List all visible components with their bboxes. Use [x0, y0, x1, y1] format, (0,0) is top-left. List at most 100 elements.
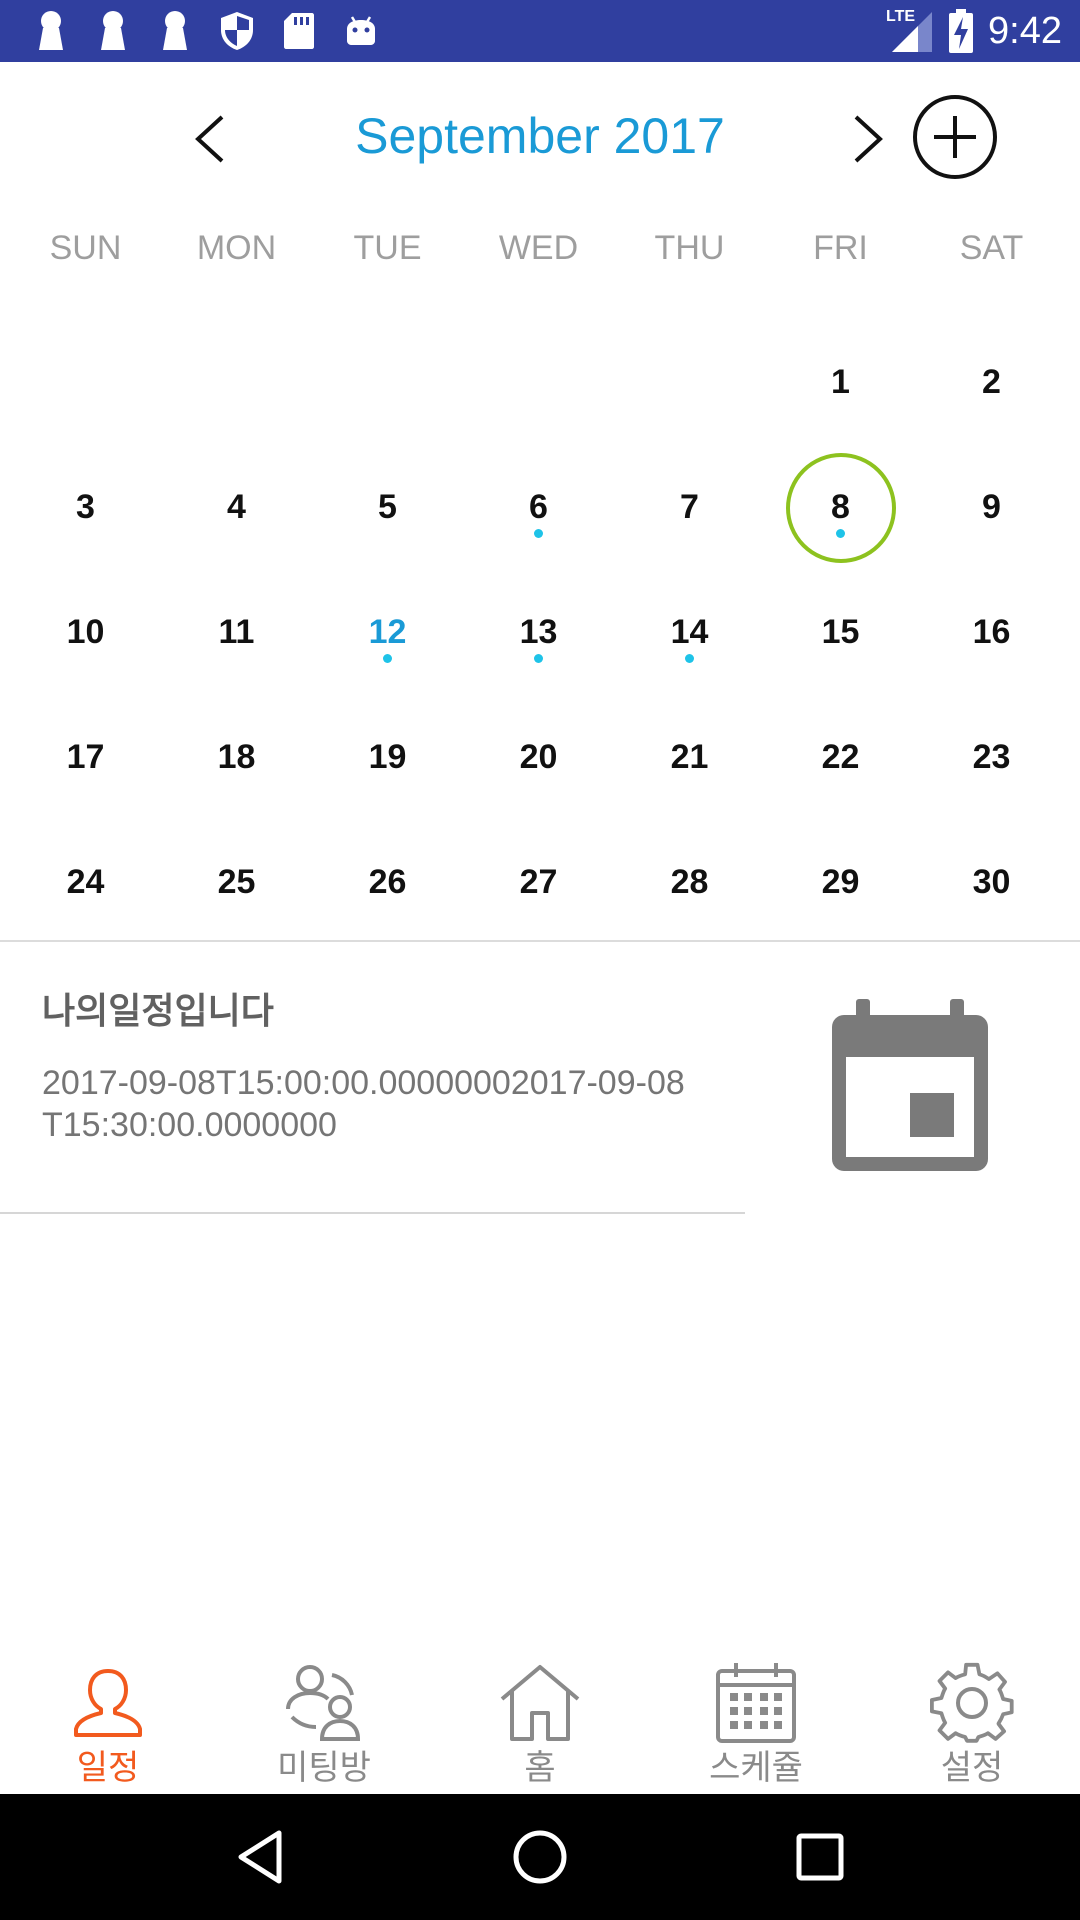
tab-label: 스케쥴	[709, 1748, 803, 1788]
day-cell-27[interactable]: 27	[463, 820, 614, 945]
recents-button[interactable]	[770, 1807, 870, 1907]
status-bar: LTE 9:42	[0, 0, 1080, 62]
event-list-item[interactable]: 나의일정입니다 2017-09-08T15:00:00.00000002017-…	[0, 942, 1080, 1214]
day-cell-22[interactable]: 22	[765, 695, 916, 820]
tab-settings[interactable]: 설정	[864, 1650, 1080, 1794]
notification-icons	[30, 8, 382, 54]
day-number: 20	[519, 738, 558, 776]
day-cell-7[interactable]: 7	[614, 445, 765, 570]
day-number: 19	[368, 738, 407, 776]
day-cell-8[interactable]: 8	[765, 445, 916, 570]
sd-card-icon	[278, 10, 320, 52]
calendar-icon	[820, 990, 1000, 1180]
chevron-left-icon	[195, 115, 224, 163]
previous-month-button[interactable]	[180, 107, 240, 171]
tab-schedule[interactable]: 스케쥴	[648, 1650, 864, 1794]
next-month-button[interactable]	[838, 107, 898, 171]
keyhole-icon	[30, 10, 72, 52]
day-number: 26	[368, 863, 407, 901]
battery-charging-icon	[948, 9, 974, 53]
day-number: 4	[227, 488, 246, 526]
day-cell-13[interactable]: 13	[463, 570, 614, 695]
event-divider	[0, 1212, 745, 1214]
event-indicator-dot	[836, 529, 845, 538]
recents-square-icon	[796, 1833, 844, 1881]
day-cell-12[interactable]: 12	[312, 570, 463, 695]
day-number: 5	[378, 488, 397, 526]
weekday-label-tue: TUE	[353, 229, 422, 267]
day-number: 7	[680, 488, 699, 526]
day-number: 6	[529, 488, 548, 526]
keyhole-icon	[92, 10, 134, 52]
day-cell-16[interactable]: 16	[916, 570, 1067, 695]
home-circle-icon	[513, 1830, 567, 1884]
tab-meeting-room[interactable]: 미팅방	[216, 1650, 432, 1794]
day-cell-28[interactable]: 28	[614, 820, 765, 945]
empty-day-cell	[312, 320, 463, 445]
day-cell-25[interactable]: 25	[161, 820, 312, 945]
bottom-tab-bar: 일정 미팅방 홈 스케쥴 설정	[0, 1650, 1080, 1794]
day-cell-20[interactable]: 20	[463, 695, 614, 820]
event-time: 2017-09-08T15:00:00.00000002017-09-08 T1…	[42, 1062, 762, 1146]
day-number: 14	[670, 613, 709, 651]
weekday-label-sun: SUN	[49, 229, 122, 267]
day-cell-18[interactable]: 18	[161, 695, 312, 820]
weekday-label-sat: SAT	[959, 229, 1024, 267]
schedule-grid-icon	[711, 1658, 801, 1748]
day-number: 21	[670, 738, 709, 776]
tab-schedule-personal[interactable]: 일정	[0, 1650, 216, 1794]
person-icon	[63, 1658, 153, 1748]
tab-label: 미팅방	[277, 1748, 371, 1788]
day-cell-14[interactable]: 14	[614, 570, 765, 695]
tab-home[interactable]: 홈	[432, 1650, 648, 1794]
day-number: 27	[519, 863, 558, 901]
day-cell-29[interactable]: 29	[765, 820, 916, 945]
day-number: 23	[972, 738, 1011, 776]
day-cell-21[interactable]: 21	[614, 695, 765, 820]
day-cell-10[interactable]: 10	[10, 570, 161, 695]
back-button[interactable]	[210, 1807, 310, 1907]
day-cell-1[interactable]: 1	[765, 320, 916, 445]
keyhole-icon	[154, 10, 196, 52]
day-number: 17	[66, 738, 105, 776]
weekday-header-row: SUN MON TUE WED THU FRI SAT	[10, 218, 1070, 278]
shield-icon	[216, 10, 258, 52]
day-cell-19[interactable]: 19	[312, 695, 463, 820]
day-cell-30[interactable]: 30	[916, 820, 1067, 945]
gear-icon	[927, 1658, 1017, 1748]
day-number: 8	[831, 488, 850, 526]
day-cell-9[interactable]: 9	[916, 445, 1067, 570]
empty-day-cell	[161, 320, 312, 445]
signal-icon: LTE	[886, 8, 934, 54]
day-cell-5[interactable]: 5	[312, 445, 463, 570]
weekday-label-thu: THU	[654, 229, 725, 267]
day-number: 25	[217, 863, 256, 901]
day-cell-3[interactable]: 3	[10, 445, 161, 570]
day-cell-23[interactable]: 23	[916, 695, 1067, 820]
day-number: 16	[972, 613, 1011, 651]
day-cell-4[interactable]: 4	[161, 445, 312, 570]
clock: 9:42	[988, 9, 1062, 52]
weekday-label-mon: MON	[196, 229, 277, 267]
system-navigation-bar	[0, 1794, 1080, 1920]
empty-day-cell	[463, 320, 614, 445]
add-event-button[interactable]	[912, 94, 998, 180]
event-time-line-1: 2017-09-08T15:00:00.00000002017-09-08	[42, 1064, 685, 1102]
day-number: 1	[831, 363, 850, 401]
calendar-header: September 2017	[0, 62, 1080, 212]
calendar-grid: 1 2 3 4 5 6 7 8 9 10 11 12 13 14 15 16 17 18 19 20 21 22 23 24 2…	[10, 320, 1070, 940]
day-number: 22	[821, 738, 860, 776]
day-cell-24[interactable]: 24	[10, 820, 161, 945]
tab-label: 홈	[524, 1748, 556, 1788]
day-cell-15[interactable]: 15	[765, 570, 916, 695]
tab-label: 설정	[940, 1748, 1004, 1788]
day-cell-2[interactable]: 2	[916, 320, 1067, 445]
chevron-right-icon	[854, 115, 883, 163]
day-cell-6[interactable]: 6	[463, 445, 614, 570]
day-number: 2	[982, 363, 1001, 401]
network-type-label: LTE	[886, 8, 916, 25]
day-cell-17[interactable]: 17	[10, 695, 161, 820]
day-cell-26[interactable]: 26	[312, 820, 463, 945]
day-cell-11[interactable]: 11	[161, 570, 312, 695]
home-button[interactable]	[490, 1807, 590, 1907]
